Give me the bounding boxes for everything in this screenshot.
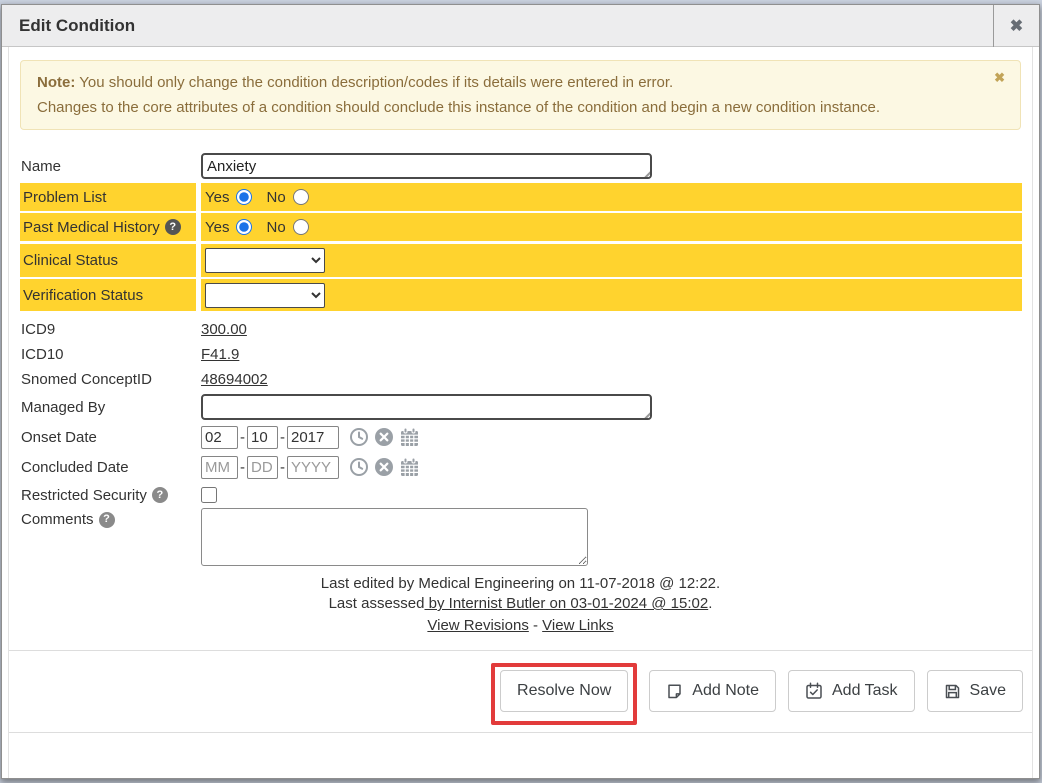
clinical-status-label: Clinical Status [20,244,196,277]
restricted-security-label: Restricted Security [21,487,147,504]
help-icon[interactable]: ? [152,487,168,503]
verification-status-row: Verification Status [20,279,1022,311]
managed-by-row: Managed By [20,392,1022,422]
last-edited-text: Last edited by Medical Engineering on 11… [9,574,1032,594]
clock-icon[interactable] [349,427,369,447]
pmh-no-radio[interactable] [293,219,309,235]
snomed-link[interactable]: 48694002 [201,371,268,388]
problem-list-no-radio[interactable] [293,189,309,205]
revision-links: View Revisions - View Links [9,614,1032,638]
verification-status-label: Verification Status [20,279,196,311]
onset-month-input[interactable] [201,426,238,449]
icd10-label: ICD10 [20,346,196,363]
dialog-close-button[interactable]: ✖ [993,5,1039,47]
icd10-row: ICD10 F41.9 [20,342,1022,367]
verification-status-select[interactable] [205,283,325,308]
problem-list-yes-label: Yes [205,189,229,206]
onset-date-row: Onset Date - - [20,422,1022,452]
restricted-security-checkbox[interactable] [201,487,217,503]
onset-year-input[interactable] [287,426,339,449]
save-button[interactable]: Save [927,670,1023,712]
name-row: Name [20,151,1022,181]
bottom-divider [9,732,1032,733]
banner-note-prefix: Note: [37,74,75,91]
note-icon [666,683,683,700]
snomed-label: Snomed ConceptID [20,371,196,388]
restricted-security-row: Restricted Security ? [20,482,1022,508]
concluded-day-input[interactable] [247,456,278,479]
past-medical-history-row: Past Medical History ? Yes No [20,213,1022,241]
add-note-button[interactable]: Add Note [649,670,776,712]
clinical-status-row: Clinical Status [20,244,1022,277]
save-icon [944,683,961,700]
button-row: Resolve Now Add Note Add Task Save [9,651,1032,732]
icd10-link[interactable]: F41.9 [201,346,239,363]
dialog-body: Note: You should only change the conditi… [8,47,1033,778]
comments-row: Comments ? [20,508,1022,570]
managed-by-input[interactable] [201,394,652,420]
name-input[interactable] [201,153,652,179]
past-medical-history-label: Past Medical History [23,219,160,236]
banner-close-icon: ✖ [994,70,1005,85]
help-icon[interactable]: ? [165,219,181,235]
add-note-label: Add Note [692,682,759,700]
annotation-highlight: Resolve Now [491,663,637,725]
view-links-link[interactable]: View Links [542,617,613,634]
concluded-date-label: Concluded Date [20,459,196,476]
problem-list-label: Problem List [20,183,196,211]
edit-condition-dialog: Edit Condition ✖ Note: You should only c… [1,4,1040,779]
dialog-titlebar: Edit Condition ✖ [2,5,1039,47]
banner-line2: Changes to the core attributes of a cond… [37,95,974,120]
banner-close-button[interactable]: ✖ [994,71,1005,85]
clock-icon[interactable] [349,457,369,477]
clear-date-icon[interactable] [374,427,394,447]
calendar-icon[interactable] [399,457,420,477]
warning-banner: Note: You should only change the conditi… [20,60,1021,130]
pmh-yes-radio[interactable] [236,219,252,235]
comments-label: Comments [21,511,94,528]
icd9-row: ICD9 300.00 [20,317,1022,342]
resolve-now-label: Resolve Now [517,682,611,700]
concluded-year-input[interactable] [287,456,339,479]
last-assessed-link[interactable]: by Internist Butler on 03-01-2024 @ 15:0… [424,595,708,612]
managed-by-label: Managed By [20,399,196,416]
view-revisions-link[interactable]: View Revisions [427,617,528,634]
problem-list-no-label: No [266,189,285,206]
last-assessed-text: Last assessed by Internist Butler on 03-… [9,594,1032,614]
pmh-yes-label: Yes [205,219,229,236]
dialog-title: Edit Condition [19,16,135,36]
concluded-date-row: Concluded Date - - [20,452,1022,482]
pmh-no-label: No [266,219,285,236]
onset-day-input[interactable] [247,426,278,449]
banner-line1: Note: You should only change the conditi… [37,70,974,95]
concluded-month-input[interactable] [201,456,238,479]
add-task-label: Add Task [832,682,898,700]
name-label: Name [20,158,196,175]
problem-list-row: Problem List Yes No [20,183,1022,211]
snomed-row: Snomed ConceptID 48694002 [20,367,1022,392]
help-icon[interactable]: ? [99,512,115,528]
icd9-label: ICD9 [20,321,196,338]
comments-textarea[interactable] [201,508,588,566]
problem-list-yes-radio[interactable] [236,189,252,205]
resolve-now-button[interactable]: Resolve Now [500,670,628,712]
save-label: Save [970,682,1006,700]
close-icon: ✖ [1010,16,1023,36]
add-task-button[interactable]: Add Task [788,670,915,712]
onset-date-label: Onset Date [20,429,196,446]
icd9-link[interactable]: 300.00 [201,321,247,338]
clear-date-icon[interactable] [374,457,394,477]
clinical-status-select[interactable] [205,248,325,273]
task-icon [805,682,823,700]
calendar-icon[interactable] [399,427,420,447]
